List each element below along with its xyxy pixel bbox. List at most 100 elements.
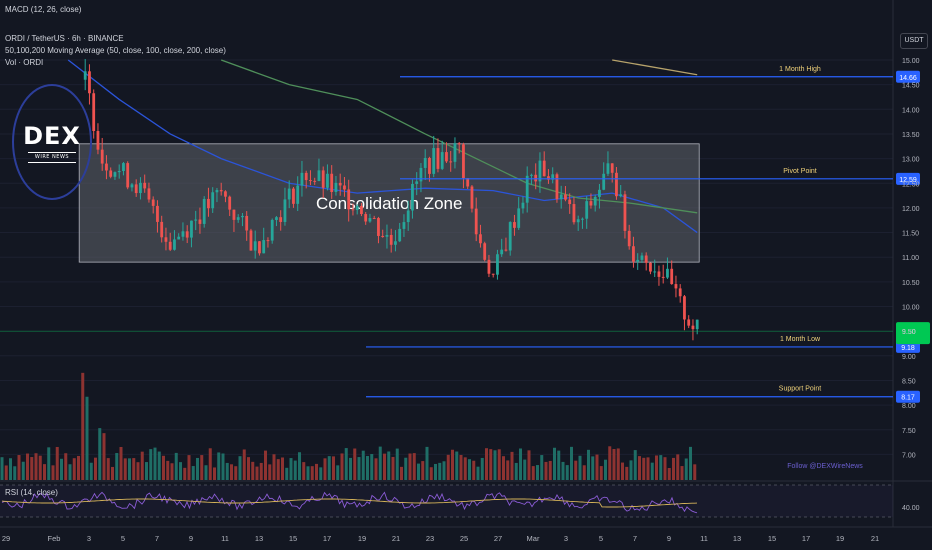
time-tick: 7 <box>155 534 159 543</box>
trading-chart[interactable]: Consolidation Zone 1 Month High 14.66 Pivo… <box>0 0 932 550</box>
candle-body <box>245 215 249 231</box>
candle-body <box>619 194 623 197</box>
volume-bar <box>497 449 501 480</box>
candle-body <box>266 240 270 242</box>
volume-bar <box>128 458 131 480</box>
volume-bar <box>655 455 658 480</box>
candle-body <box>657 271 661 277</box>
time-tick: 7 <box>633 534 637 543</box>
time-tick: 11 <box>221 534 229 543</box>
price-tick: 9.00 <box>902 354 916 361</box>
volume-bar <box>506 460 510 480</box>
volume-bar <box>591 456 595 480</box>
candle-body <box>241 215 244 218</box>
volume-bar <box>689 446 692 480</box>
volume-bar <box>638 456 641 480</box>
volume-bar <box>298 452 301 480</box>
volume-bar <box>493 450 497 480</box>
candle-body <box>474 208 478 235</box>
volume-bar <box>264 450 267 480</box>
candle-body <box>253 241 257 251</box>
volume-bar <box>595 454 599 480</box>
volume-bar <box>319 467 323 480</box>
level-price-text: 9.18 <box>901 345 915 352</box>
volume-legend[interactable]: Vol · ORDI <box>5 58 43 67</box>
volume-bar <box>38 455 42 480</box>
volume-bar <box>149 449 153 480</box>
volume-bar <box>565 465 569 480</box>
price-tick: 11.50 <box>902 231 919 238</box>
time-tick: 15 <box>289 534 297 543</box>
volume-bar <box>213 467 216 480</box>
candle-body <box>687 319 691 326</box>
logo-rule-bottom <box>28 162 76 163</box>
price-tick: 13.50 <box>902 132 920 139</box>
candle-body <box>300 172 304 186</box>
logo-rule-top <box>28 152 76 153</box>
volume-bar <box>306 466 310 480</box>
volume-bar <box>633 450 637 480</box>
volume-bar <box>485 448 488 480</box>
volume-bar <box>349 457 352 480</box>
candle-body <box>279 217 283 222</box>
volume-bar <box>587 449 590 480</box>
candle-body <box>593 196 597 206</box>
volume-bar <box>43 464 46 480</box>
price-tick: 9.50 <box>902 329 916 336</box>
volume-bar <box>119 446 123 480</box>
volume-bar <box>132 458 136 480</box>
volume-bar <box>680 466 684 480</box>
volume-bar <box>302 462 306 480</box>
volume-bar <box>204 465 208 480</box>
candle-body <box>360 205 363 215</box>
volume-bar <box>323 458 327 480</box>
candle-body <box>249 230 253 251</box>
candle-body <box>160 221 164 238</box>
candle-body <box>262 240 266 254</box>
volume-bar <box>255 466 259 480</box>
candle-body <box>610 163 614 173</box>
time-tick: 5 <box>599 534 603 543</box>
price-tick: 7.50 <box>902 428 916 435</box>
volume-bar <box>451 449 454 480</box>
candle-body <box>139 182 142 194</box>
volume-bar <box>111 466 114 480</box>
candle-body <box>313 180 317 182</box>
candle-body <box>88 71 91 94</box>
time-tick: Feb <box>48 534 61 543</box>
candle-body <box>275 217 278 220</box>
ma-legend[interactable]: 50,100,200 Moving Average (50, close, 10… <box>5 46 226 55</box>
candle-body <box>415 181 419 184</box>
volume-bar <box>89 462 93 480</box>
volume-bar <box>553 447 556 480</box>
volume-bar <box>510 451 514 480</box>
candle-body <box>500 249 504 255</box>
candle-body <box>487 259 491 274</box>
volume-bar <box>259 462 263 480</box>
time-tick: 3 <box>564 534 568 543</box>
symbol-legend[interactable]: ORDI / TetherUS · 6h · BINANCE <box>5 34 124 43</box>
volume-bar <box>242 449 246 480</box>
volume-bar <box>315 463 318 480</box>
volume-bar <box>472 460 476 480</box>
candle-body <box>236 217 240 220</box>
price-tick: 11.00 <box>902 255 919 262</box>
volume-bar <box>361 450 365 480</box>
time-tick: 23 <box>426 534 434 543</box>
candle-body <box>695 319 699 330</box>
volume-bar <box>123 458 127 480</box>
currency-selector[interactable]: USDT <box>900 33 928 49</box>
price-tick: 12.50 <box>902 181 920 188</box>
volume-bar <box>476 466 480 480</box>
volume-bar <box>327 456 331 480</box>
level-label: Pivot Point <box>783 168 817 175</box>
candle-body <box>530 174 533 176</box>
volume-bar <box>391 456 395 480</box>
rsi-legend[interactable]: RSI (14, close) <box>5 488 58 497</box>
volume-bar <box>166 460 170 480</box>
candle-body <box>445 152 448 162</box>
candle-body <box>555 174 559 200</box>
candle-body <box>398 228 402 242</box>
candle-body <box>326 173 329 188</box>
volume-bar <box>676 454 680 480</box>
